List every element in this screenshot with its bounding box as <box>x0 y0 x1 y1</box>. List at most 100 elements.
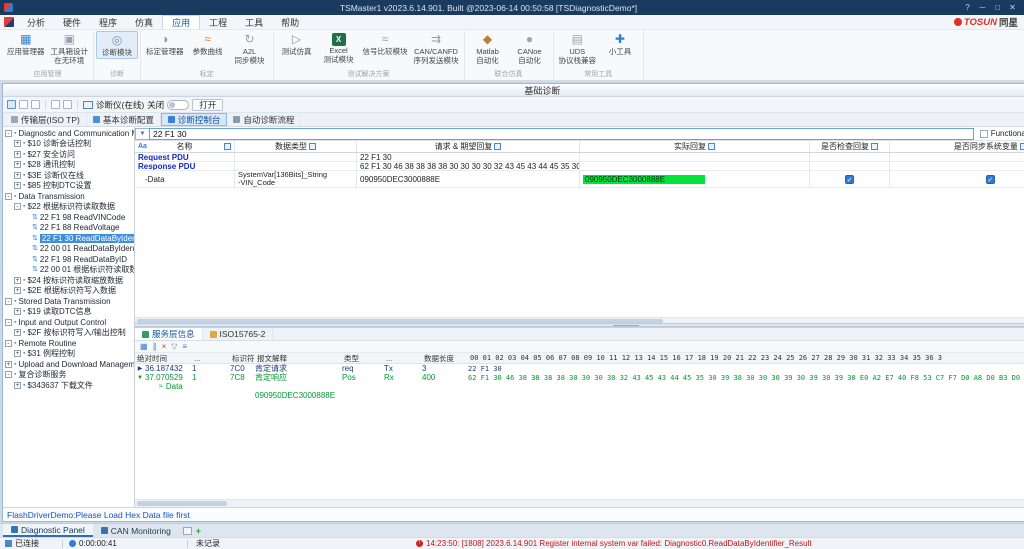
open-button[interactable]: 打开 <box>192 99 223 111</box>
tree-item[interactable]: -▪Data Transmission <box>3 191 134 202</box>
clear-icon[interactable]: × <box>162 343 167 351</box>
trace-signal-row[interactable]: ≈Data <box>135 382 1024 391</box>
tree-item[interactable]: ⇅22 F1 30 ReadDataByIdentifier <box>3 233 134 244</box>
tab-auto-diag-flow[interactable]: 自动诊断流程 <box>227 113 301 126</box>
ribbon-button[interactable]: ▦应用管理器 <box>4 31 48 57</box>
dock-tab-diagnostic-panel[interactable]: Diagnostic Panel <box>3 524 93 537</box>
row-expand-icon[interactable]: ▶ <box>135 365 145 372</box>
tab-diag-console[interactable]: 诊断控制台 <box>161 113 228 126</box>
diag-row[interactable]: Request PDU22 F1 30 <box>135 153 1024 162</box>
tree-item[interactable]: +▪$10 诊断会话控制 <box>3 139 134 150</box>
menu-item-7[interactable]: 工具 <box>236 15 272 29</box>
ribbon-button[interactable]: ●CANoe 自动化 <box>509 31 551 65</box>
diag-col-header[interactable]: 是否同步系统变量 <box>890 141 1024 152</box>
menu-item-8[interactable]: 帮助 <box>272 15 308 29</box>
tree-item[interactable]: +▪$19 读取DTC信息 <box>3 307 134 318</box>
column-filter-icon[interactable] <box>224 143 231 150</box>
tab-transport-layer[interactable]: 传输层(ISO TP) <box>5 113 87 126</box>
ribbon-button[interactable]: ⇉CAN/CANFD 序列发送模块 <box>411 31 462 65</box>
grid-view-icon[interactable]: ▦ <box>140 343 148 351</box>
save-config-icon[interactable] <box>31 100 40 109</box>
import-icon[interactable] <box>51 100 60 109</box>
trace-frame-row[interactable]: ▶36.18743217C0肯定请求reqTx322 F1 30 <box>135 364 1024 373</box>
tree-item[interactable]: -▪Input and Output Control <box>3 317 134 328</box>
sync-sysvar-checkbox[interactable]: ✓ <box>986 175 995 184</box>
trace-col-header[interactable]: ... <box>192 354 230 363</box>
close-icon[interactable]: ✕ <box>1005 3 1020 12</box>
sort-icon[interactable]: ≡ <box>182 343 187 351</box>
tree-item[interactable]: ⇅22 00 01 ReadDataByIdentifier <box>3 244 134 255</box>
tree-item[interactable]: +▪$3E 诊断仪在线 <box>3 170 134 181</box>
tree-item[interactable]: +▪$2F 按标识符写入/输出控制 <box>3 328 134 339</box>
ribbon-button[interactable]: ◑标定管理器 <box>143 31 187 57</box>
pause-icon[interactable]: ∥ <box>153 343 157 351</box>
ribbon-button[interactable]: ◆Matlab 自动化 <box>467 31 509 65</box>
menu-item-2[interactable]: 硬件 <box>54 15 90 29</box>
tab-service-layer-info[interactable]: 服务层信息 <box>135 328 203 340</box>
tree-expander-icon[interactable]: - <box>14 203 21 210</box>
tab-iso15765[interactable]: ISO15765-2 <box>203 328 274 340</box>
diag-col-header[interactable]: 请求 & 期望回复 <box>357 141 580 152</box>
tree-item[interactable]: ⇅22 F1 98 ReadDataByID <box>3 254 134 265</box>
ribbon-button[interactable]: ▣工具箱设计 在无环境 <box>48 31 92 65</box>
add-panel-icon[interactable]: + <box>196 526 201 536</box>
tree-expander-icon[interactable]: + <box>14 182 21 189</box>
trace-col-header[interactable]: 数据长度 <box>422 353 468 364</box>
filter-icon[interactable]: ▽ <box>171 343 177 351</box>
diag-col-header[interactable]: Aa名称 <box>135 141 235 152</box>
tree-item[interactable]: ⇅22 00 01 根据标识符读取数据 <box>3 265 134 276</box>
scrollbar-thumb[interactable] <box>137 501 227 506</box>
tree-item[interactable]: -▪Remote Routine <box>3 338 134 349</box>
trace-col-header[interactable]: 类型 <box>342 353 384 364</box>
diag-row[interactable]: -DataSystemVar[136Bits]_String -VIN_Code… <box>135 171 1024 188</box>
maximize-icon[interactable]: □ <box>990 3 1005 12</box>
column-filter-icon[interactable] <box>871 143 878 150</box>
tree-expander-icon[interactable]: + <box>14 161 21 168</box>
trace-col-header[interactable]: 绝对时间 <box>135 353 192 364</box>
error-message-area[interactable]: ! 14:23:50: [1808] 2023.6.14.901 Registe… <box>416 539 1024 548</box>
tab-basic-diag-config[interactable]: 基本诊断配置 <box>87 113 161 126</box>
trace-frame-row[interactable]: ▼37.07052917C8肯定响应PosRx40062 F1 30 46 38… <box>135 373 1024 382</box>
help-icon[interactable]: ? <box>960 3 975 12</box>
splitter[interactable] <box>135 323 1024 327</box>
tree-expander-icon[interactable]: + <box>14 151 21 158</box>
tree-item[interactable]: +▪Upload and Download Management <box>3 359 134 370</box>
ribbon-button[interactable]: ✚小工具 <box>599 31 641 57</box>
diag-col-header[interactable]: 是否检查回复 <box>810 141 890 152</box>
tree-item[interactable]: ⇅22 F1 98 ReadVINCode <box>3 212 134 223</box>
trace-col-header[interactable]: ... <box>384 354 422 363</box>
tree-expander-icon[interactable]: + <box>14 140 21 147</box>
tree-item[interactable]: -▪Stored Data Transmission <box>3 296 134 307</box>
row-expand-icon[interactable]: ▼ <box>135 375 145 381</box>
tree-item[interactable]: -▪$22 根据标识符读取数据 <box>3 202 134 213</box>
tree-expander-icon[interactable]: + <box>14 350 21 357</box>
dock-tab-can-monitoring[interactable]: CAN Monitoring <box>93 524 179 537</box>
column-filter-icon[interactable] <box>494 143 501 150</box>
menu-item-3[interactable]: 程序 <box>90 15 126 29</box>
tree-expander-icon[interactable]: + <box>14 382 21 389</box>
ribbon-button[interactable]: ▷测试仿真 <box>276 31 318 57</box>
functional-id-checkbox[interactable] <box>980 130 988 138</box>
tree-item[interactable]: ⇅22 F1 88 ReadVoltage <box>3 223 134 234</box>
ribbon-button[interactable]: XExcel 测试模块 <box>318 31 360 64</box>
tree-expander-icon[interactable]: - <box>5 193 12 200</box>
ribbon-button[interactable]: ▤UDS 协议栈兼容 <box>556 31 600 65</box>
tree-item[interactable]: +▪$31 例程控制 <box>3 349 134 360</box>
tree-expander-icon[interactable]: + <box>14 277 21 284</box>
ribbon-button[interactable]: ≈信号比较模块 <box>360 31 411 57</box>
tree-expander-icon[interactable]: + <box>14 287 21 294</box>
check-reply-checkbox[interactable]: ✓ <box>845 175 854 184</box>
tree-item[interactable]: -▪Diagnostic and Communication Managem <box>3 128 134 139</box>
open-config-icon[interactable] <box>19 100 28 109</box>
ribbon-button[interactable]: ↻A2L 同步模块 <box>229 31 271 65</box>
tree-item[interactable]: +▪$2E 根据标识符写入数据 <box>3 286 134 297</box>
diag-col-header[interactable]: 实际回复 <box>580 141 810 152</box>
column-filter-icon[interactable] <box>708 143 715 150</box>
new-config-icon[interactable] <box>7 100 16 109</box>
trace-horizontal-scrollbar[interactable] <box>135 499 1024 507</box>
ribbon-button[interactable]: ◎诊断模块 <box>96 31 138 59</box>
tree-item[interactable]: -▪复合诊断服务 <box>3 370 134 381</box>
minimize-icon[interactable]: ─ <box>975 3 990 12</box>
tree-item[interactable]: +▪$24 按标识符读取缩放数据 <box>3 275 134 286</box>
tree-expander-icon[interactable]: + <box>14 329 21 336</box>
